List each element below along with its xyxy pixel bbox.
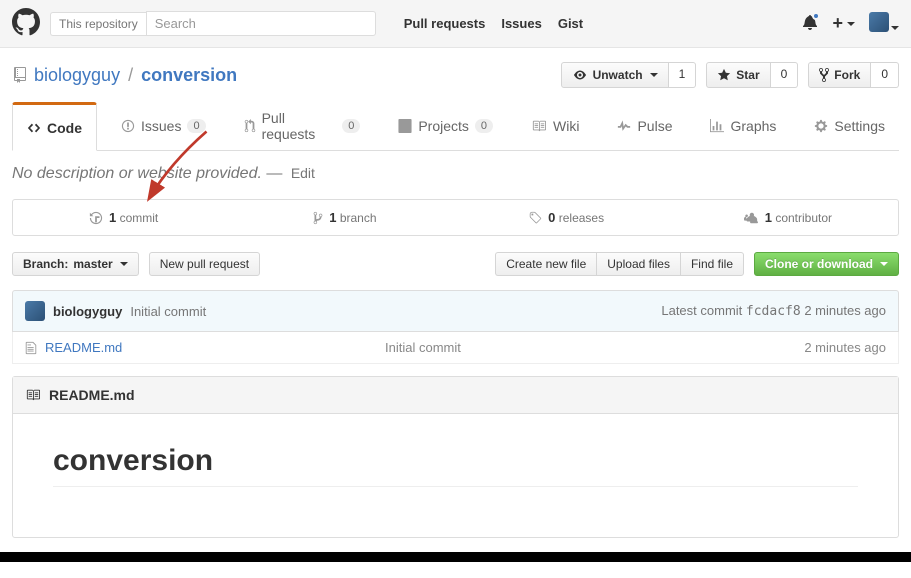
commit-age: 2 minutes ago xyxy=(804,303,886,318)
branches-link[interactable]: 1 branch xyxy=(234,200,455,235)
commit-author[interactable]: biologyguy xyxy=(53,304,122,319)
star-icon xyxy=(717,68,731,82)
history-icon xyxy=(89,211,103,225)
watch-count[interactable]: 1 xyxy=(669,62,697,88)
tab-code[interactable]: Code xyxy=(12,102,97,151)
edit-description-link[interactable]: Edit xyxy=(287,165,315,181)
issue-icon xyxy=(121,119,135,133)
latest-commit-label: Latest commit xyxy=(661,303,742,318)
desc-dash: — xyxy=(266,165,282,182)
people-icon xyxy=(743,211,759,225)
repo-icon xyxy=(12,67,28,83)
code-icon xyxy=(27,121,41,135)
file-link[interactable]: README.md xyxy=(45,340,385,355)
tab-issues[interactable]: Issues0 xyxy=(107,102,220,150)
github-logo[interactable] xyxy=(12,8,40,39)
nav-issues[interactable]: Issues xyxy=(501,16,541,31)
file-age: 2 minutes ago xyxy=(804,340,886,355)
commit-message[interactable]: Initial commit xyxy=(130,304,206,319)
create-file-button[interactable]: Create new file xyxy=(495,252,596,276)
star-count[interactable]: 0 xyxy=(771,62,799,88)
pr-icon xyxy=(244,119,256,133)
repo-description: No description or website provided. xyxy=(12,165,262,182)
repo-name-link[interactable]: conversion xyxy=(141,65,237,86)
readme-filename: README.md xyxy=(49,387,135,403)
search-input[interactable] xyxy=(146,11,376,36)
clone-download-button[interactable]: Clone or download xyxy=(754,252,899,276)
user-menu[interactable] xyxy=(869,12,899,35)
table-row: README.md Initial commit 2 minutes ago xyxy=(12,332,899,364)
tab-wiki[interactable]: Wiki xyxy=(517,102,593,150)
avatar[interactable] xyxy=(25,301,45,321)
file-commit-message[interactable]: Initial commit xyxy=(385,340,804,355)
tab-graphs[interactable]: Graphs xyxy=(696,102,790,150)
branch-icon xyxy=(313,211,323,225)
search-scope-button[interactable]: This repository xyxy=(50,12,146,36)
notifications-icon[interactable] xyxy=(802,14,818,33)
fork-icon xyxy=(819,67,829,83)
tag-icon xyxy=(528,211,542,225)
readme-heading: conversion xyxy=(53,444,858,487)
eye-icon xyxy=(572,69,588,81)
upload-files-button[interactable]: Upload files xyxy=(596,252,680,276)
tab-settings[interactable]: Settings xyxy=(800,102,899,150)
create-menu[interactable]: + xyxy=(832,13,855,34)
commit-sha[interactable]: fcdacf8 xyxy=(746,304,801,319)
contributors-link[interactable]: 1 contributor xyxy=(677,200,898,235)
tab-pulse[interactable]: Pulse xyxy=(603,102,686,150)
nav-pull-requests[interactable]: Pull requests xyxy=(404,16,486,31)
graph-icon xyxy=(710,119,724,133)
new-pull-request-button[interactable]: New pull request xyxy=(149,252,260,276)
repo-title: biologyguy / conversion xyxy=(12,65,237,86)
pulse-icon xyxy=(617,119,631,133)
fork-button[interactable]: Fork xyxy=(808,62,871,88)
fork-count[interactable]: 0 xyxy=(871,62,899,88)
nav-gist[interactable]: Gist xyxy=(558,16,583,31)
branch-select-button[interactable]: Branch: master xyxy=(12,252,139,276)
unwatch-button[interactable]: Unwatch xyxy=(561,62,669,88)
project-icon xyxy=(398,119,412,133)
book-icon xyxy=(531,119,547,133)
book-icon xyxy=(25,388,41,402)
gear-icon xyxy=(814,119,828,133)
repo-owner-link[interactable]: biologyguy xyxy=(34,65,120,86)
find-file-button[interactable]: Find file xyxy=(680,252,744,276)
tab-projects[interactable]: Projects0 xyxy=(384,102,507,150)
commits-link[interactable]: 1 commit xyxy=(13,200,234,235)
star-button[interactable]: Star xyxy=(706,62,770,88)
tab-pull-requests[interactable]: Pull requests0 xyxy=(230,102,375,150)
file-icon xyxy=(25,341,37,355)
releases-link[interactable]: 0 releases xyxy=(456,200,677,235)
